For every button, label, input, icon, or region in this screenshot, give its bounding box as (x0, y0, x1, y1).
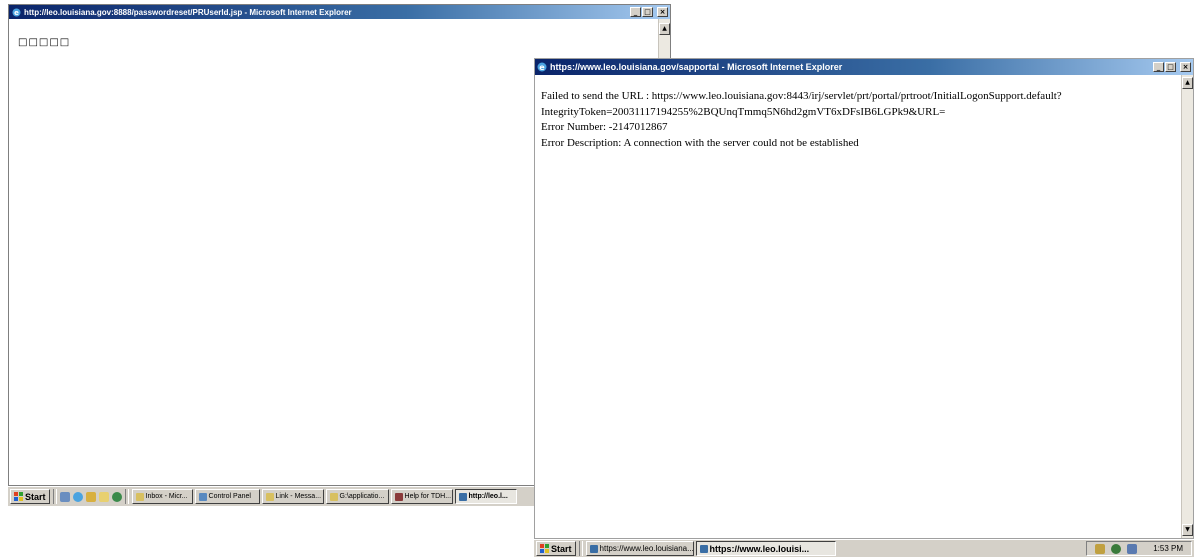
control-panel-icon (198, 492, 207, 501)
task-label: G:\applicatio... (339, 493, 385, 500)
minimize-button[interactable]: _ (1153, 62, 1164, 72)
svg-text:e: e (539, 63, 545, 72)
windows-logo-icon (540, 544, 549, 553)
ie-icon (699, 544, 708, 553)
taskbar-item-link-message[interactable]: Link - Messa... (261, 489, 324, 504)
ie-icon (589, 544, 598, 553)
task-label: https://www.leo.louisi... (709, 543, 810, 554)
svg-text:e: e (14, 9, 19, 17)
task-label: Link - Messa... (275, 493, 322, 500)
browser-window-sapportal: e https://www.leo.louisiana.gov/sapporta… (534, 58, 1194, 539)
internet-explorer-icon: e (537, 62, 547, 72)
envelope-icon (135, 492, 144, 501)
speaker-icon[interactable] (1095, 543, 1106, 554)
taskbar-item-control-panel[interactable]: Control Panel (194, 489, 260, 504)
task-label: Help for TDH... (404, 493, 452, 500)
outlook-icon[interactable] (85, 491, 96, 502)
taskbar-item-help[interactable]: Help for TDH... (390, 489, 453, 504)
task-label: Control Panel (208, 493, 251, 500)
window-title: http://leo.louisiana.gov:8888/passwordre… (24, 7, 352, 17)
taskbar-item-inbox[interactable]: Inbox - Micr... (131, 489, 193, 504)
quick-launch (59, 491, 122, 502)
help-icon (394, 492, 403, 501)
monitor-icon[interactable] (1127, 543, 1138, 554)
title-bar[interactable]: e https://www.leo.louisiana.gov/sapporta… (535, 59, 1193, 75)
taskbar-second: Start https://www.leo.louisiana.... http… (534, 539, 1194, 557)
clock[interactable]: 1:53 PM (1153, 544, 1183, 553)
folder-icon (329, 492, 338, 501)
scroll-up-button[interactable]: ▲ (1182, 77, 1193, 89)
maximize-button[interactable]: □ (1165, 62, 1176, 72)
taskbar-item-leo-2-active[interactable]: https://www.leo.louisi... (695, 541, 836, 556)
start-label: Start (551, 543, 572, 554)
title-bar[interactable]: e http://leo.louisiana.gov:8888/password… (9, 5, 670, 19)
network-icon[interactable] (1111, 543, 1122, 554)
close-button[interactable]: × (1180, 62, 1191, 72)
error-description: Error Description: A connection with the… (541, 136, 859, 149)
close-button[interactable]: × (657, 7, 668, 17)
internet-explorer-icon: e (11, 7, 21, 17)
error-message: Failed to send the URL : https://www.leo… (541, 89, 1176, 151)
taskbar-separator (124, 489, 129, 504)
taskbar-item-leo-active[interactable]: http://leo.l... (454, 489, 517, 504)
ie-icon (458, 492, 467, 501)
maximize-button[interactable]: □ (642, 7, 653, 17)
task-label: Inbox - Micr... (145, 493, 188, 500)
folder-icon[interactable] (98, 491, 109, 502)
windows-logo-icon (14, 492, 23, 501)
taskbar-separator (578, 541, 583, 556)
start-button[interactable]: Start (536, 541, 576, 556)
minimize-button[interactable]: _ (630, 7, 641, 17)
globe-icon[interactable] (111, 491, 122, 502)
error-token-line: IntegrityToken=20031117194255%2BQUnqTmmq… (541, 105, 946, 118)
error-number: Error Number: -2147012867 (541, 121, 668, 133)
show-desktop-icon[interactable] (59, 491, 70, 502)
taskbar-first: Start Inbox - Micr... Control Panel Link… (8, 486, 534, 506)
start-label: Start (25, 491, 46, 502)
window-title: https://www.leo.louisiana.gov/sapportal … (550, 62, 843, 72)
internet-explorer-icon[interactable] (72, 491, 83, 502)
envelope-icon (265, 492, 274, 501)
system-tray: 1:53 PM (1086, 541, 1192, 556)
vertical-scrollbar[interactable]: ▲ ▼ (1181, 75, 1193, 538)
error-url-line: Failed to send the URL : https://www.leo… (541, 90, 1062, 102)
scroll-up-button[interactable]: ▲ (659, 23, 670, 35)
taskbar-item-leo-1[interactable]: https://www.leo.louisiana.... (585, 541, 694, 556)
taskbar-separator (52, 489, 57, 504)
task-label: https://www.leo.louisiana.... (599, 544, 694, 553)
page-content: □□□□□ (18, 37, 70, 48)
scroll-down-button[interactable]: ▼ (1182, 524, 1193, 536)
garbled-text: □□□□□ (18, 37, 71, 48)
taskbar-item-application-folder[interactable]: G:\applicatio... (325, 489, 389, 504)
start-button[interactable]: Start (10, 489, 50, 504)
task-label: http://leo.l... (468, 493, 508, 500)
